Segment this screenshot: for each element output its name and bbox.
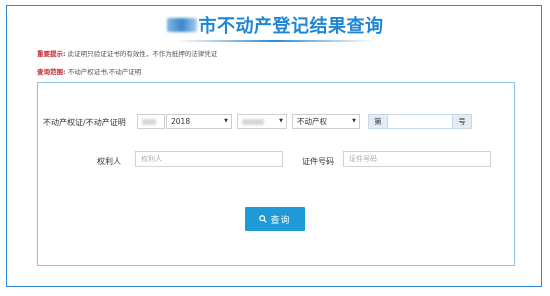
year-value: 2018 [171,117,191,126]
redacted-city-name [166,18,197,32]
redacted-region [142,118,156,125]
scope-text: 不动产权证书,不动产证明 [67,68,142,76]
redacted-detail [242,118,264,125]
owner-input[interactable]: 权利人 [135,151,283,167]
page-frame: 市不动产登记结果查询 重要提示: 此证明只验证证书的有效性，不作为抵押的法律凭证… [6,5,542,287]
page-title: 市不动产登记结果查询 [198,16,384,37]
idno-input[interactable]: 证件号码 [343,151,491,167]
suffix-addon: 号 [452,114,472,129]
prefix-addon: 第 [368,114,388,129]
cert-label: 不动产权证/不动产证明 [43,118,126,127]
important-text: 此证明只验证证书的有效性，不作为抵押的法律凭证 [67,50,218,58]
chevron-down-icon: ▼ [352,118,356,124]
year-select[interactable]: 2018 ▼ [166,114,232,129]
search-button[interactable]: 查询 [245,207,305,231]
search-icon [259,215,268,223]
search-button-label: 查询 [270,215,291,226]
chevron-down-icon: ▼ [224,118,228,124]
region-select[interactable] [137,114,165,129]
page-header: 市不动产登记结果查询 [7,10,543,40]
region-detail-select[interactable]: ▼ [237,114,287,129]
owner-label: 权利人 [97,157,121,166]
important-notice: 重要提示: 此证明只验证证书的有效性，不作为抵押的法律凭证 [37,48,217,58]
query-form-panel: 不动产权证/不动产证明 2018 ▼ ▼ 不动产权 ▼ 第 号 权利人 权利人 … [37,82,515,266]
cert-type-value: 不动产权 [297,117,327,126]
important-label: 重要提示: [37,50,66,58]
title-underline [175,40,375,42]
scope-label: 查询范围: [37,68,66,76]
chevron-down-icon: ▼ [279,118,283,124]
cert-type-select[interactable]: 不动产权 ▼ [292,114,360,129]
query-scope: 查询范围: 不动产权证书,不动产证明 [37,66,141,76]
cert-number-input[interactable] [387,114,453,129]
idno-label: 证件号码 [302,157,334,166]
